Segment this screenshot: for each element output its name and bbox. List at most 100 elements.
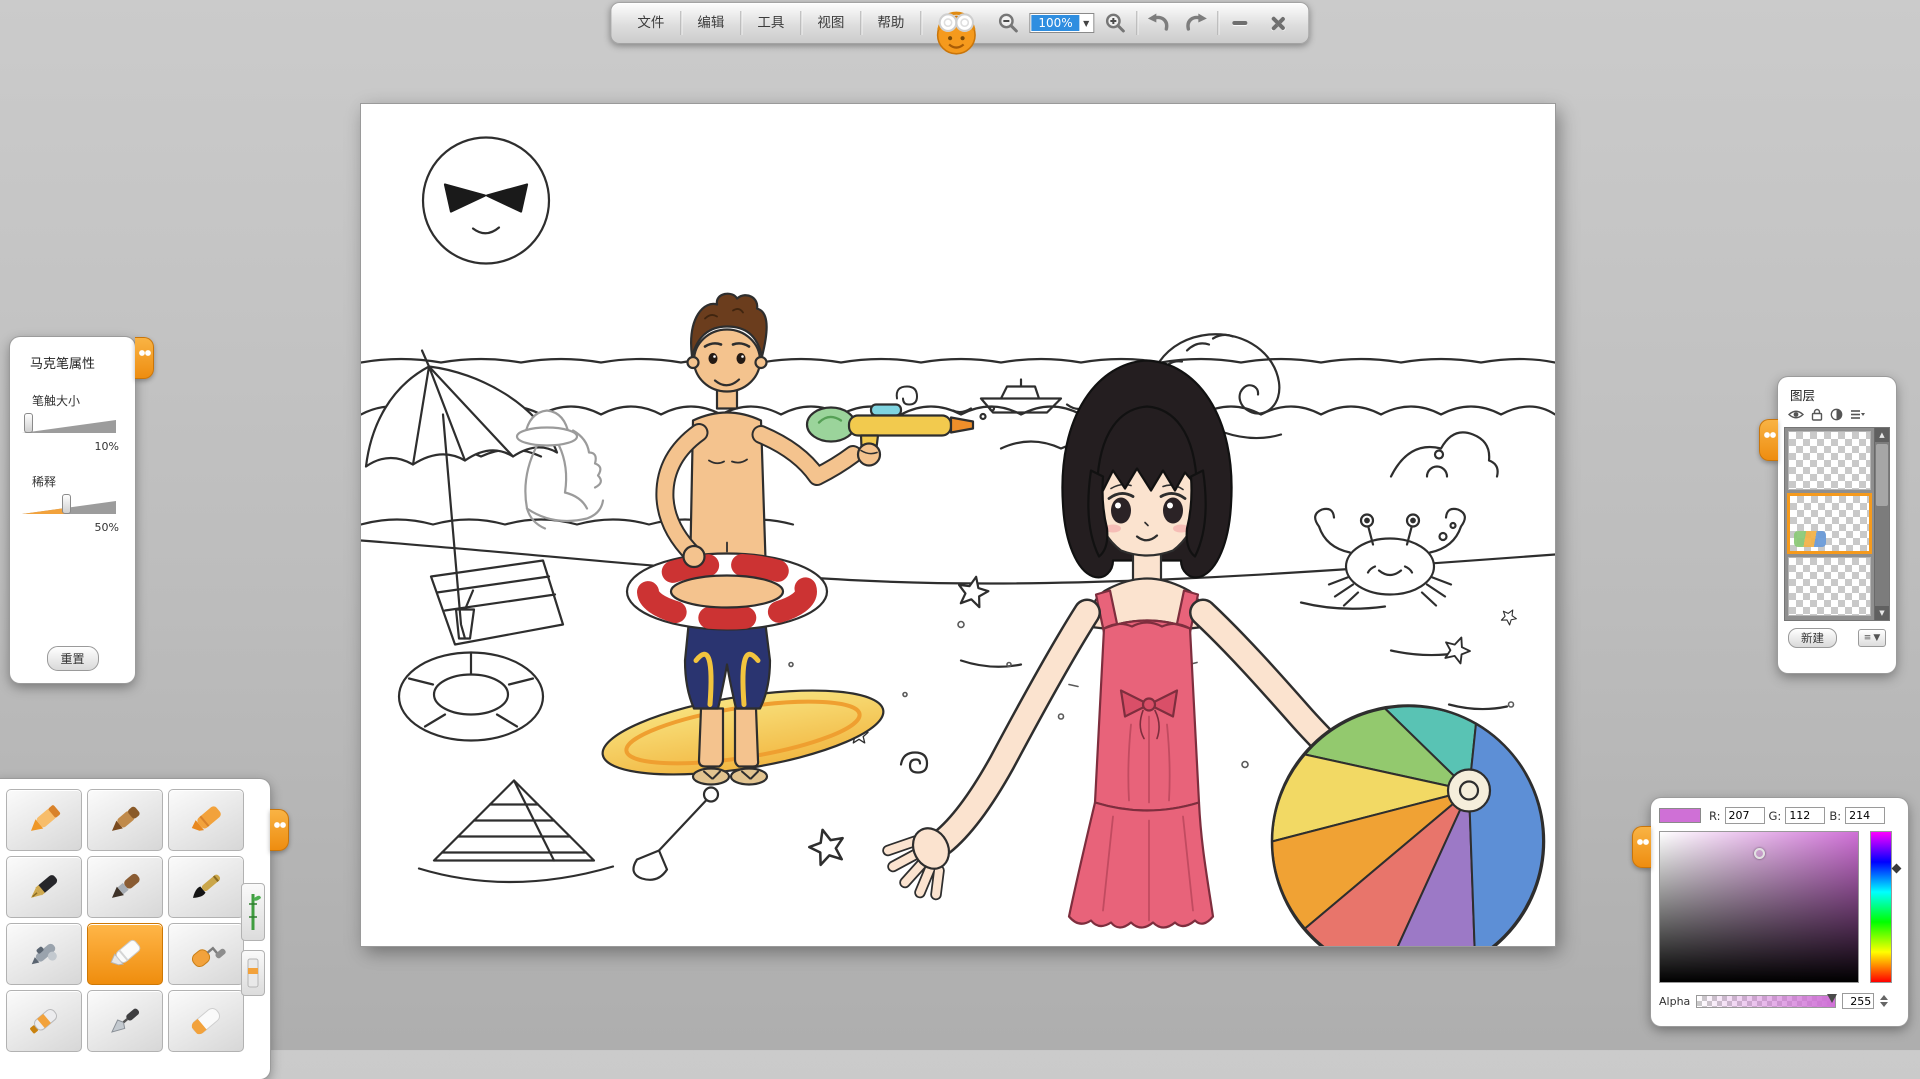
marker-panel-tab[interactable] (135, 337, 154, 379)
layer-content-preview (1794, 531, 1826, 547)
zoom-in-button[interactable] (1097, 3, 1135, 43)
tool-palette-tab[interactable] (270, 809, 289, 851)
tool-palette-knife[interactable] (87, 990, 163, 1052)
drawing-canvas[interactable] (361, 104, 1555, 946)
water-gun (807, 387, 994, 466)
alpha-slider[interactable] (1696, 995, 1836, 1008)
tool-airbrush[interactable] (6, 923, 82, 985)
starfish (955, 574, 990, 609)
layer-thumbnail[interactable] (1788, 557, 1871, 616)
waist-ring (627, 554, 827, 630)
spin-up-icon[interactable] (1880, 995, 1888, 1000)
eye-icon[interactable] (1788, 409, 1804, 420)
scroll-up-icon[interactable]: ▲ (1875, 428, 1889, 442)
layers-icon-row (1778, 406, 1896, 425)
brush-size-handle[interactable] (24, 413, 33, 433)
menu-help[interactable]: 帮助 (863, 3, 918, 43)
alpha-handle[interactable] (1827, 994, 1837, 1003)
menu-edit[interactable]: 编辑 (683, 3, 738, 43)
g-input[interactable] (1785, 807, 1825, 824)
dilution-slider[interactable] (22, 495, 121, 517)
tool-fountain-pen[interactable] (6, 856, 82, 918)
minimize-button[interactable] (1221, 3, 1259, 43)
bamboo-pen-button[interactable] (241, 883, 265, 941)
menu-tools[interactable]: 工具 (743, 3, 798, 43)
toolbar-divider (920, 11, 921, 35)
alpha-input[interactable] (1842, 993, 1874, 1009)
layers-panel-tab[interactable] (1759, 419, 1778, 461)
tool-paint-brush[interactable] (87, 856, 163, 918)
brush-size-track[interactable] (22, 420, 116, 433)
beach-umbrella (366, 351, 563, 645)
lock-icon[interactable] (1811, 408, 1823, 421)
scrollbar-thumb[interactable] (1876, 444, 1888, 506)
toolbar-divider (1218, 11, 1219, 35)
blend-icon[interactable] (1830, 408, 1843, 421)
zoom-level-combo[interactable]: 100% ▼ (1029, 13, 1094, 33)
tool-wood-pen[interactable] (87, 789, 163, 851)
b-input[interactable] (1845, 807, 1885, 824)
paper-roll-button[interactable] (241, 950, 265, 996)
r-label: R: (1709, 809, 1721, 823)
brush-size-slider[interactable] (22, 414, 121, 436)
layer-options-button[interactable]: ≡▼ (1858, 629, 1886, 647)
b-label: B: (1829, 809, 1841, 823)
layer-menu-icon[interactable] (1850, 409, 1865, 420)
layer-thumbnails (1785, 428, 1874, 620)
scroll-down-icon[interactable]: ▼ (1875, 606, 1889, 620)
girl (888, 361, 1337, 928)
undo-icon (1146, 12, 1172, 34)
color-panel-tab[interactable] (1632, 826, 1651, 868)
alpha-label: Alpha (1659, 995, 1690, 1008)
toolbar-divider (1137, 11, 1138, 35)
tool-side-buttons (241, 883, 265, 996)
hue-bar[interactable] (1870, 831, 1892, 983)
alpha-row: Alpha (1651, 983, 1908, 1009)
tool-paint-roller[interactable] (168, 923, 244, 985)
menu-view[interactable]: 视图 (803, 3, 858, 43)
starfish (1499, 606, 1519, 626)
new-layer-button[interactable]: 新建 (1788, 628, 1837, 648)
toolbar-divider (740, 11, 741, 35)
g-label: G: (1769, 809, 1782, 823)
zoom-out-button[interactable] (989, 3, 1027, 43)
zoom-dropdown-arrow-icon[interactable]: ▼ (1080, 19, 1093, 28)
tool-orange-marker[interactable] (168, 789, 244, 851)
alpha-spinner[interactable] (1880, 995, 1888, 1007)
tool-chisel-marker-selected[interactable] (87, 923, 163, 985)
starfish (1441, 633, 1473, 665)
current-color-swatch[interactable] (1659, 808, 1701, 823)
minimize-icon (1232, 21, 1247, 25)
tool-grid (0, 779, 270, 1060)
sun (423, 138, 549, 264)
tool-paint-tube[interactable] (6, 990, 82, 1052)
reset-button[interactable]: 重置 (46, 646, 98, 671)
zoom-level-value[interactable]: 100% (1031, 15, 1079, 31)
layers-footer: 新建 ≡▼ (1778, 621, 1896, 648)
layer-thumbnail-selected[interactable] (1788, 494, 1871, 553)
close-icon (1269, 15, 1286, 32)
undo-button[interactable] (1140, 3, 1178, 43)
shell (901, 753, 927, 773)
boy (597, 294, 994, 791)
dilution-handle[interactable] (62, 494, 71, 514)
r-input[interactable] (1725, 807, 1765, 824)
redo-button[interactable] (1178, 3, 1216, 43)
close-button[interactable] (1259, 3, 1297, 43)
paper-roll-icon (245, 956, 261, 990)
brush-size-value: 10% (10, 440, 119, 453)
tool-eraser[interactable] (168, 990, 244, 1052)
hue-marker[interactable] (1892, 864, 1902, 874)
tool-ink-brush[interactable] (168, 856, 244, 918)
brush-size-label: 笔触大小 (32, 392, 135, 409)
dilution-label: 稀释 (32, 473, 135, 490)
saturation-value-box[interactable] (1659, 831, 1859, 983)
layers-scrollbar[interactable]: ▲ ▼ (1874, 428, 1889, 620)
tool-cone-pencil[interactable] (6, 789, 82, 851)
mascot-icon[interactable] (931, 7, 981, 59)
dilution-fill (22, 498, 66, 514)
menu-file[interactable]: 文件 (623, 3, 678, 43)
sv-cursor[interactable] (1754, 848, 1765, 859)
spin-down-icon[interactable] (1880, 1002, 1888, 1007)
layer-thumbnail[interactable] (1788, 431, 1871, 490)
